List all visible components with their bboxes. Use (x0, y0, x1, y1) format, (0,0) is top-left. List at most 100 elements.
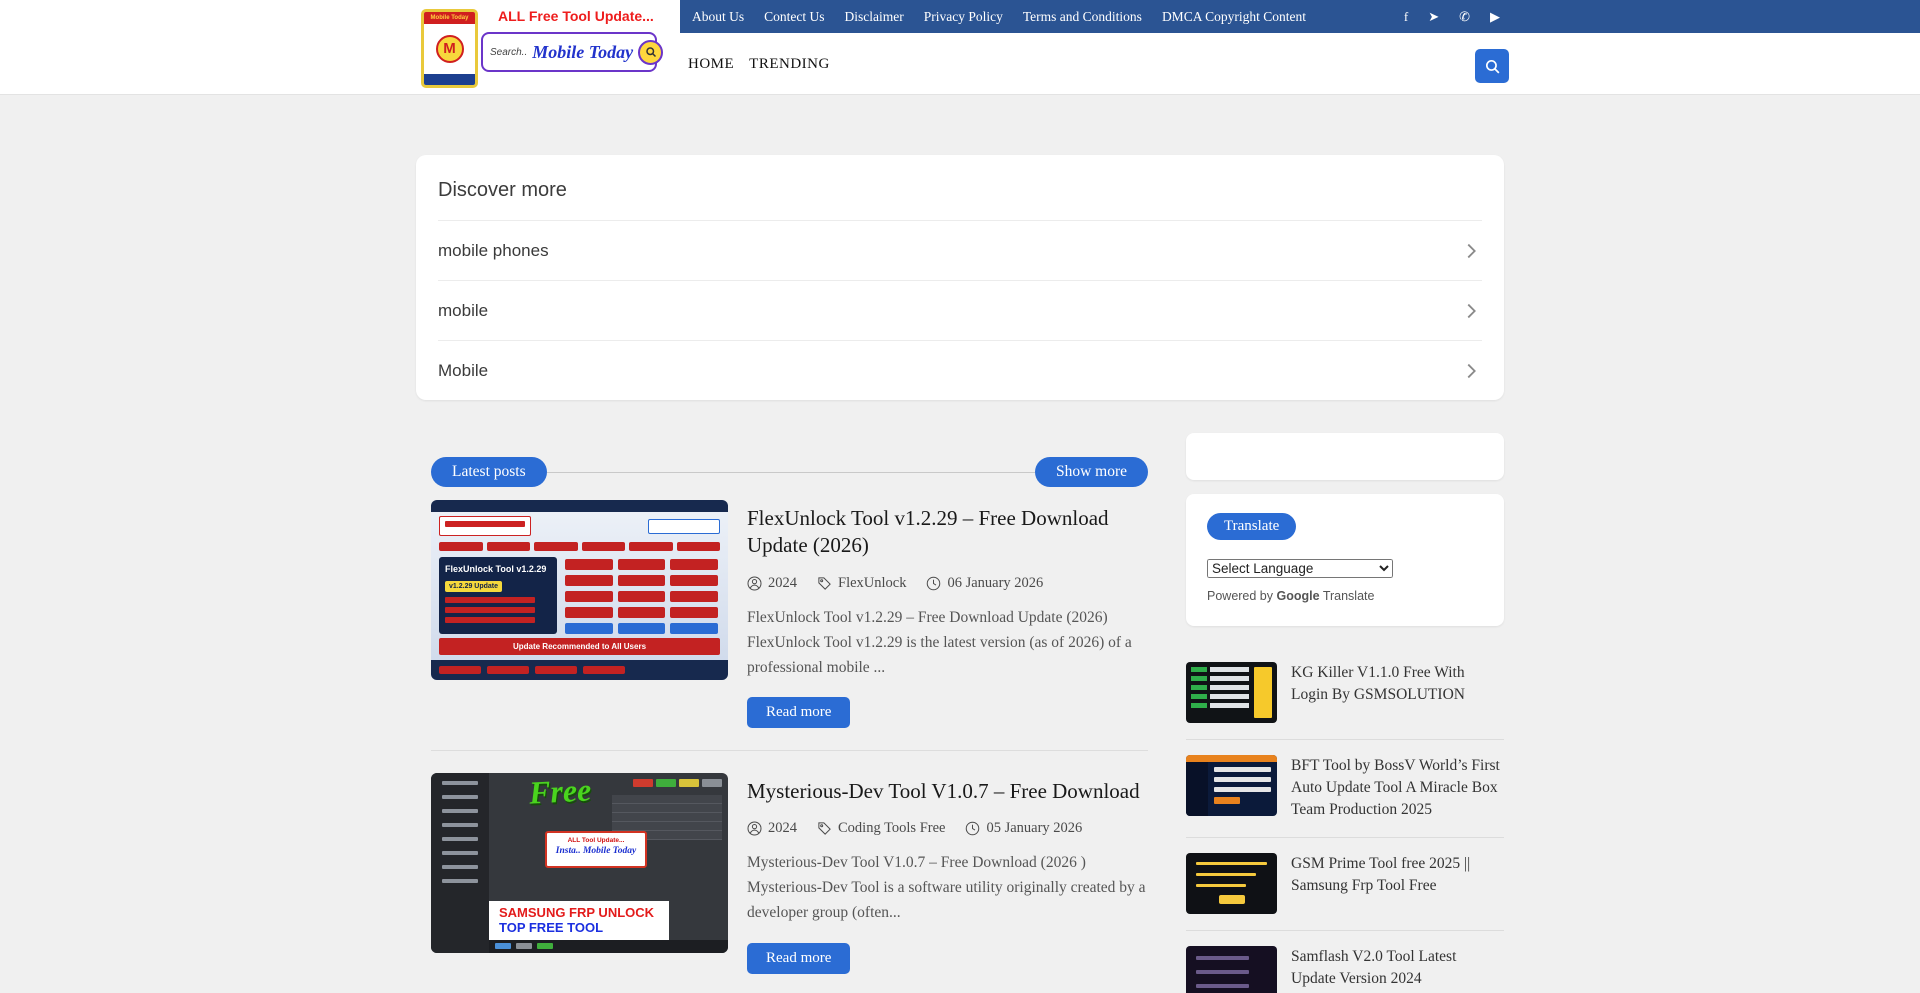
chevron-right-icon (1460, 300, 1482, 322)
language-select[interactable]: Select Language (1207, 559, 1393, 578)
topbar-links: About Us Contect Us Disclaimer Privacy P… (682, 9, 1316, 25)
topbar-link-contact[interactable]: Contect Us (754, 9, 834, 25)
telegram-icon[interactable]: ➤ (1428, 10, 1439, 23)
sidebar-post-item[interactable]: GSM Prime Tool free 2025 || Samsung Frp … (1186, 838, 1504, 931)
post-meta: 2024 FlexUnlock 06 January 2026 (747, 575, 1148, 592)
latest-posts-section: Latest posts Show more FlexUnlock Tool v… (431, 433, 1148, 993)
sidebar-post-title: KG Killer V1.1.0 Free With Login By GSMS… (1291, 662, 1504, 723)
thumb-art (431, 512, 728, 538)
banner-search-label: Search.. (490, 47, 527, 58)
thumb-art: FlexUnlock Tool v1.2.29 v1.2.29 Update (431, 555, 728, 634)
logo-letter: M (436, 35, 464, 63)
post-tag[interactable]: Coding Tools Free (817, 820, 945, 837)
logo-bottom-strip (424, 74, 475, 85)
show-more-button[interactable]: Show more (1035, 457, 1148, 487)
sidebar-ad-placeholder (1186, 433, 1504, 480)
topbar-link-dmca[interactable]: DMCA Copyright Content (1152, 9, 1316, 25)
site-name: Mobile Today (532, 42, 633, 63)
post-tag[interactable]: FlexUnlock (817, 575, 906, 592)
youtube-icon[interactable]: ▶ (1490, 10, 1500, 23)
post-body: Mysterious-Dev Tool V1.0.7 – Free Downlo… (747, 773, 1148, 974)
site-logo[interactable]: Mobile Today M (421, 9, 478, 88)
sidebar-post-title: BFT Tool by BossV World’s First Auto Upd… (1291, 755, 1504, 821)
topbar-link-privacy[interactable]: Privacy Policy (914, 9, 1013, 25)
tag-icon (817, 821, 832, 836)
thumb-art (431, 538, 728, 555)
topbar-link-terms[interactable]: Terms and Conditions (1013, 9, 1152, 25)
thumb-art (431, 500, 728, 512)
discover-item-mobile-phones[interactable]: mobile phones (438, 220, 1482, 280)
chevron-right-icon (1460, 360, 1482, 382)
sidebar-posts: KG Killer V1.1.0 Free With Login By GSMS… (1186, 647, 1504, 993)
thumb-art: Free ALL Tool Update... Insta.. Mobile T… (489, 773, 728, 953)
sidebar: Translate Select Language Powered by Goo… (1186, 433, 1504, 993)
sidebar-post-item[interactable]: KG Killer V1.1.0 Free With Login By GSMS… (1186, 647, 1504, 740)
site-tagline: ALL Free Tool Update... (498, 8, 654, 24)
search-button[interactable] (1475, 49, 1509, 83)
whatsapp-icon[interactable]: ✆ (1459, 10, 1470, 23)
thumb-title-text: FlexUnlock Tool v1.2.29 (445, 564, 551, 575)
author-icon (747, 576, 762, 591)
sidebar-post-title: Samflash V2.0 Tool Latest Update Version… (1291, 946, 1504, 993)
post-meta: 2024 Coding Tools Free 05 January 2026 (747, 820, 1148, 837)
post-date: 06 January 2026 (926, 575, 1043, 592)
post-thumbnail[interactable]: FlexUnlock Tool v1.2.29 v1.2.29 Update U… (431, 500, 728, 680)
post-item: Free ALL Tool Update... Insta.. Mobile T… (431, 773, 1148, 993)
post-thumbnail (1186, 662, 1277, 723)
divider (547, 472, 1035, 473)
chevron-right-icon (1460, 240, 1482, 262)
post-author: 2024 (747, 820, 797, 837)
post-thumbnail (1186, 853, 1277, 914)
discover-card: Discover more mobile phones mobile Mobil… (416, 155, 1504, 400)
clock-icon (965, 821, 980, 836)
post-body: FlexUnlock Tool v1.2.29 – Free Download … (747, 500, 1148, 728)
author-icon (747, 821, 762, 836)
discover-item-mobile-cap[interactable]: Mobile (438, 340, 1482, 400)
post-thumbnail[interactable]: Free ALL Tool Update... Insta.. Mobile T… (431, 773, 728, 953)
social-icons: f ➤ ✆ ▶ (1404, 0, 1500, 33)
facebook-icon[interactable]: f (1404, 10, 1408, 23)
translate-widget: Translate Select Language Powered by Goo… (1186, 494, 1504, 626)
site-header: About Us Contect Us Disclaimer Privacy P… (0, 0, 1920, 95)
main-nav: HOME TRENDING (688, 33, 845, 95)
nav-home[interactable]: HOME (688, 56, 749, 73)
discover-title: Discover more (438, 155, 1482, 220)
discover-item-label: mobile (438, 301, 488, 321)
topbar-link-about[interactable]: About Us (682, 9, 754, 25)
logo-banner[interactable]: Search.. Mobile Today (481, 32, 657, 72)
magnifier-icon (638, 40, 663, 65)
search-icon (1484, 58, 1501, 75)
sidebar-post-item[interactable]: Samflash V2.0 Tool Latest Update Version… (1186, 931, 1504, 993)
topbar-link-disclaimer[interactable]: Disclaimer (835, 9, 914, 25)
translate-powered-by: Powered by Google Translate (1207, 589, 1483, 603)
sidebar-post-item[interactable]: BFT Tool by BossV World’s First Auto Upd… (1186, 740, 1504, 838)
post-author: 2024 (747, 575, 797, 592)
read-more-button[interactable]: Read more (747, 697, 850, 728)
thumb-art (431, 660, 728, 680)
post-excerpt: FlexUnlock Tool v1.2.29 – Free Download … (747, 605, 1148, 680)
post-item: FlexUnlock Tool v1.2.29 v1.2.29 Update U… (431, 500, 1148, 751)
post-thumbnail (1186, 946, 1277, 993)
latest-posts-button[interactable]: Latest posts (431, 457, 547, 487)
logo-top-text: Mobile Today (424, 12, 475, 24)
post-title[interactable]: Mysterious-Dev Tool V1.0.7 – Free Downlo… (747, 778, 1148, 805)
sidebar-post-title: GSM Prime Tool free 2025 || Samsung Frp … (1291, 853, 1504, 914)
discover-item-mobile[interactable]: mobile (438, 280, 1482, 340)
thumb-banner-text: Update Recommended to All Users (439, 638, 720, 655)
topbar: About Us Contect Us Disclaimer Privacy P… (680, 0, 1920, 33)
translate-title: Translate (1207, 513, 1296, 540)
clock-icon (926, 576, 941, 591)
thumb-promo-box: ALL Tool Update... Insta.. Mobile Today (545, 831, 647, 868)
tag-icon (817, 576, 832, 591)
thumb-caption-box: SAMSUNG FRP UNLOCK TOP FREE TOOL (489, 901, 669, 940)
discover-item-label: mobile phones (438, 241, 549, 261)
latest-header: Latest posts Show more (431, 457, 1148, 487)
read-more-button[interactable]: Read more (747, 943, 850, 974)
post-title[interactable]: FlexUnlock Tool v1.2.29 – Free Download … (747, 505, 1148, 560)
nav-trending[interactable]: TRENDING (749, 56, 845, 73)
thumb-free-badge: Free (528, 773, 592, 808)
post-thumbnail (1186, 755, 1277, 816)
logo-mid: M (424, 24, 475, 74)
google-logo: Google (1277, 589, 1320, 603)
thumb-art (431, 773, 489, 953)
